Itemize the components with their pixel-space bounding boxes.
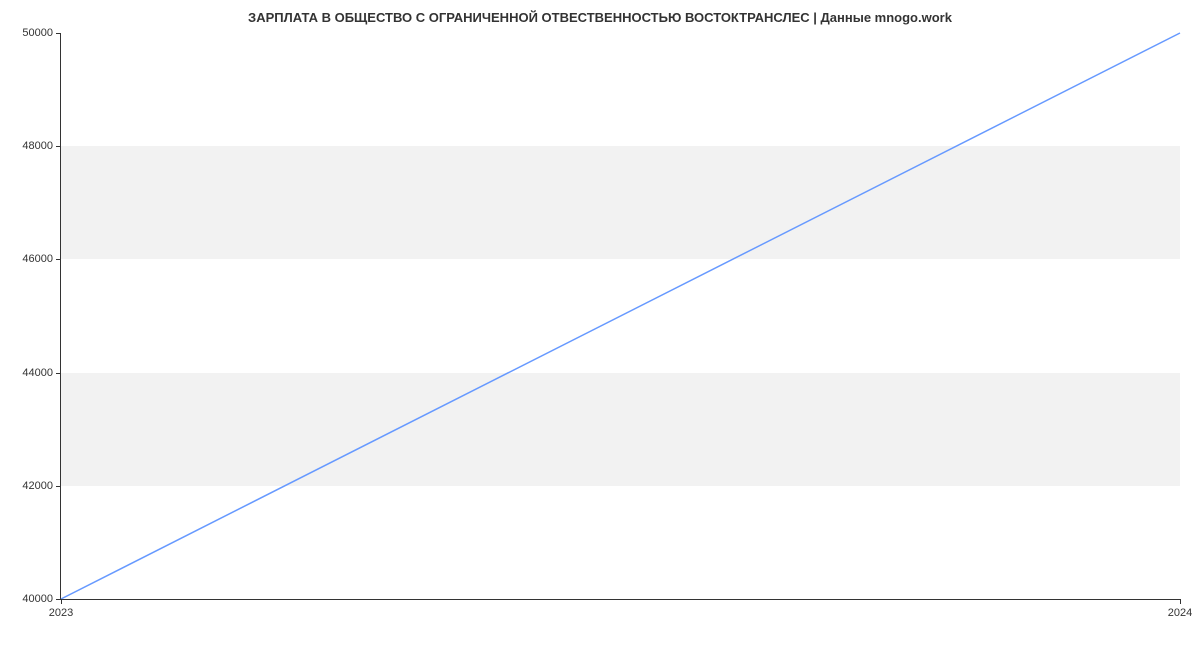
y-tick-mark	[56, 486, 61, 487]
data-line	[61, 33, 1180, 599]
y-tick-label: 48000	[22, 140, 53, 152]
plot-wrapper: 40000420004400046000480005000020232024	[60, 33, 1180, 600]
x-tick-label: 2023	[49, 607, 73, 619]
y-tick-label: 40000	[22, 593, 53, 605]
x-tick-mark	[1180, 599, 1181, 604]
y-tick-label: 42000	[22, 480, 53, 492]
x-tick-mark	[61, 599, 62, 604]
chart-line-svg	[61, 33, 1180, 599]
y-tick-mark	[56, 373, 61, 374]
y-tick-label: 50000	[22, 27, 53, 39]
y-tick-mark	[56, 33, 61, 34]
plot-area: 40000420004400046000480005000020232024	[60, 33, 1180, 600]
y-tick-label: 46000	[22, 253, 53, 265]
y-tick-mark	[56, 259, 61, 260]
chart-container: ЗАРПЛАТА В ОБЩЕСТВО С ОГРАНИЧЕННОЙ ОТВЕС…	[0, 0, 1200, 650]
chart-title: ЗАРПЛАТА В ОБЩЕСТВО С ОГРАНИЧЕННОЙ ОТВЕС…	[0, 0, 1200, 30]
y-tick-label: 44000	[22, 367, 53, 379]
y-tick-mark	[56, 146, 61, 147]
x-tick-label: 2024	[1168, 607, 1192, 619]
